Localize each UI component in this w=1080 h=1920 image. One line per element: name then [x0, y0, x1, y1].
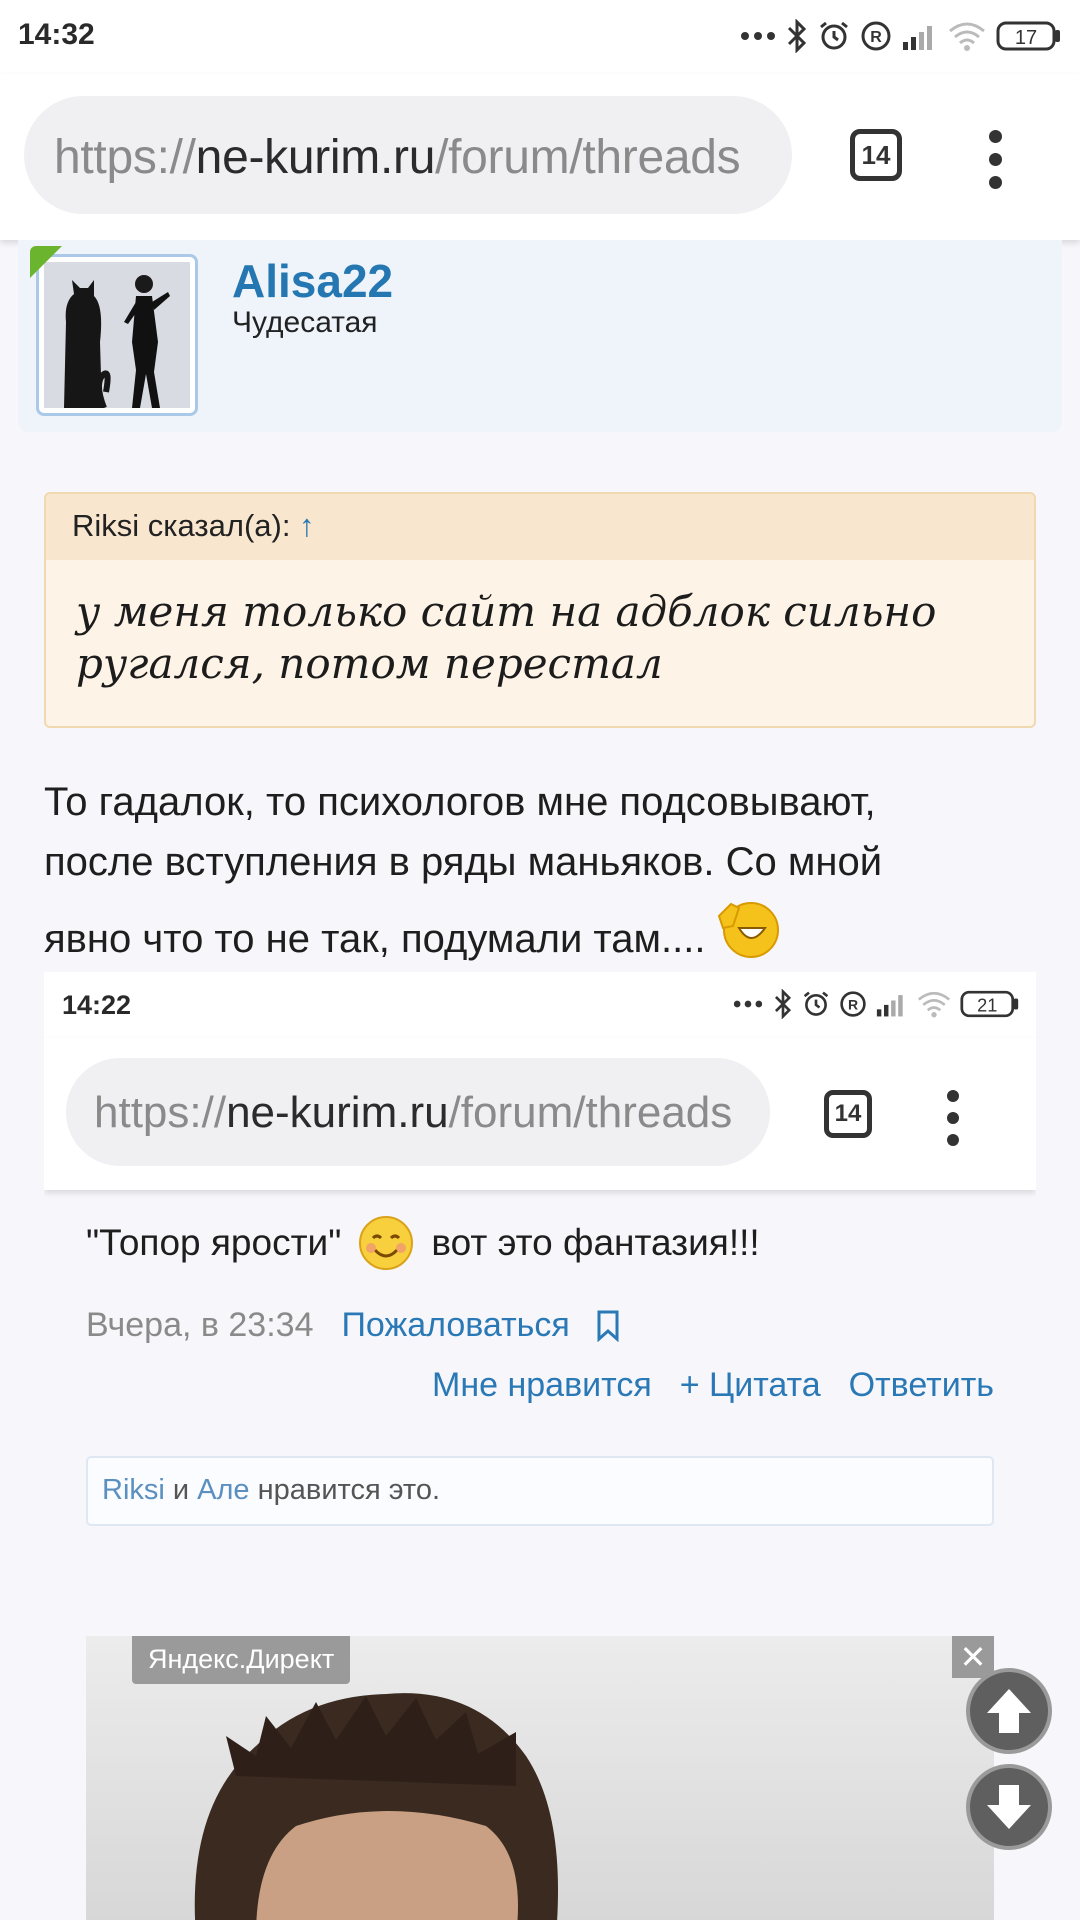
status-icons: R 17 — [740, 16, 1062, 56]
shot-timestamp: Вчера, в 23:34 — [86, 1306, 314, 1344]
ad-close-icon[interactable]: ✕ — [952, 1636, 994, 1678]
wifi-icon — [949, 22, 985, 51]
wifi-icon — [917, 991, 951, 1018]
post-line-2: после вступления в ряды маньяков. Со мно… — [44, 840, 883, 884]
post-message: То гадалок, то психологов мне подсовываю… — [44, 772, 1044, 969]
url-scheme: https:// — [54, 131, 196, 184]
avatar-picture — [44, 262, 190, 408]
shot-quote-link: + Цитата — [679, 1366, 821, 1404]
url-path: /forum/threads — [435, 131, 741, 184]
shot-after-text: вот это фантазия!!! — [431, 1222, 760, 1263]
status-time: 14:32 — [18, 18, 95, 51]
ad-banner: Яндекс.Директ ✕ — [86, 1636, 994, 1920]
quote-header: Riksi сказал(а): ↑ — [46, 494, 1034, 560]
shot-likes-suffix: нравится это. — [257, 1474, 441, 1506]
svg-text:R: R — [848, 996, 858, 1012]
address-bar[interactable]: https://ne-kurim.ru/forum/threads — [24, 96, 792, 214]
battery-level: 17 — [1015, 27, 1037, 49]
blushing-emoji-icon — [359, 1216, 414, 1270]
battery-icon: 21 — [960, 990, 1019, 1018]
shot-url-path: /forum/threads — [448, 1088, 733, 1137]
signal-icon — [903, 26, 932, 50]
shot-url-scheme: https:// — [94, 1088, 227, 1137]
shot-address-bar: https://ne-kurim.ru/forum/threads — [66, 1058, 770, 1166]
shot-status-bar: 14:22 R 21 — [44, 972, 1036, 1038]
shot-tab-switcher: 14 — [824, 1090, 872, 1138]
more-notifications-icon — [733, 1000, 763, 1008]
shot-battery-level: 21 — [977, 995, 997, 1015]
tab-switcher-button[interactable]: 14 — [850, 129, 902, 181]
shot-like-user-2: Але — [197, 1474, 250, 1506]
alarm-icon — [803, 991, 829, 1016]
avatar-image — [44, 262, 190, 408]
shot-status-time: 14:22 — [62, 990, 132, 1020]
user-title: Чудесатая — [232, 306, 378, 339]
shot-quote-text: "Топор ярости" — [86, 1222, 342, 1263]
shot-likes-summary: Riksi и Але нравится это. — [86, 1456, 994, 1526]
shot-like-user-1: Riksi — [102, 1474, 165, 1506]
post-line-1: То гадалок, то психологов мне подсовываю… — [44, 780, 876, 824]
quote-author: Riksi сказал(а): — [72, 508, 291, 543]
registered-icon: R — [861, 21, 891, 51]
bluetooth-icon — [787, 19, 807, 53]
browser-toolbar: https://ne-kurim.ru/forum/threads 14 — [0, 74, 1080, 240]
shot-url-host: ne-kurim.ru — [226, 1088, 449, 1137]
embedded-screenshot: 14:22 R 21 https://ne-kurim.ru/forum/thr… — [44, 972, 1036, 1920]
post-line-3: явно что то не так, подумали там.... — [44, 917, 706, 961]
shot-post-actions: Мне нравится + Цитата Ответить — [432, 1366, 994, 1405]
more-notifications-icon — [741, 32, 775, 40]
shot-status-icons: R 21 — [732, 986, 1020, 1022]
url-host: ne-kurim.ru — [195, 131, 436, 184]
signal-icon — [876, 995, 903, 1017]
registered-icon: R — [840, 991, 866, 1017]
shot-browser-toolbar: https://ne-kurim.ru/forum/threads 14 — [44, 1038, 1036, 1190]
shot-reply-link: Ответить — [848, 1366, 994, 1404]
shot-post-meta: Вчера, в 23:34 Пожаловаться — [86, 1306, 620, 1345]
quote-block: Riksi сказал(а): ↑ у меня только сайт на… — [44, 492, 1036, 728]
username[interactable]: Alisa22 — [232, 254, 393, 308]
shot-post-line: "Топор ярости" вот это фантазия!!! — [86, 1214, 760, 1272]
shot-like-link: Мне нравится — [432, 1366, 652, 1404]
quote-jump-arrow-icon[interactable]: ↑ — [299, 508, 315, 543]
avatar[interactable] — [36, 254, 198, 416]
scroll-up-icon[interactable] — [966, 1668, 1052, 1754]
alarm-icon — [820, 21, 848, 50]
battery-icon: 17 — [996, 21, 1060, 51]
shot-likes-and: и — [172, 1474, 190, 1506]
bluetooth-icon — [775, 989, 792, 1019]
laughing-emoji-icon — [717, 902, 779, 958]
online-badge — [30, 246, 62, 278]
scroll-down-icon[interactable] — [966, 1764, 1052, 1850]
ad-label: Яндекс.Директ — [132, 1636, 351, 1684]
user-card: Alisa22 Чудесатая — [18, 240, 1062, 432]
status-bar: 14:32 R 17 — [0, 0, 1080, 74]
shot-menu-dots-icon — [944, 1090, 962, 1146]
bookmark-icon — [597, 1310, 619, 1342]
shot-report-link: Пожаловаться — [341, 1306, 570, 1344]
svg-text:R: R — [870, 29, 882, 46]
quote-text: у меня только сайт на адблок сильно руга… — [76, 587, 937, 688]
menu-dots-icon[interactable] — [985, 130, 1005, 190]
